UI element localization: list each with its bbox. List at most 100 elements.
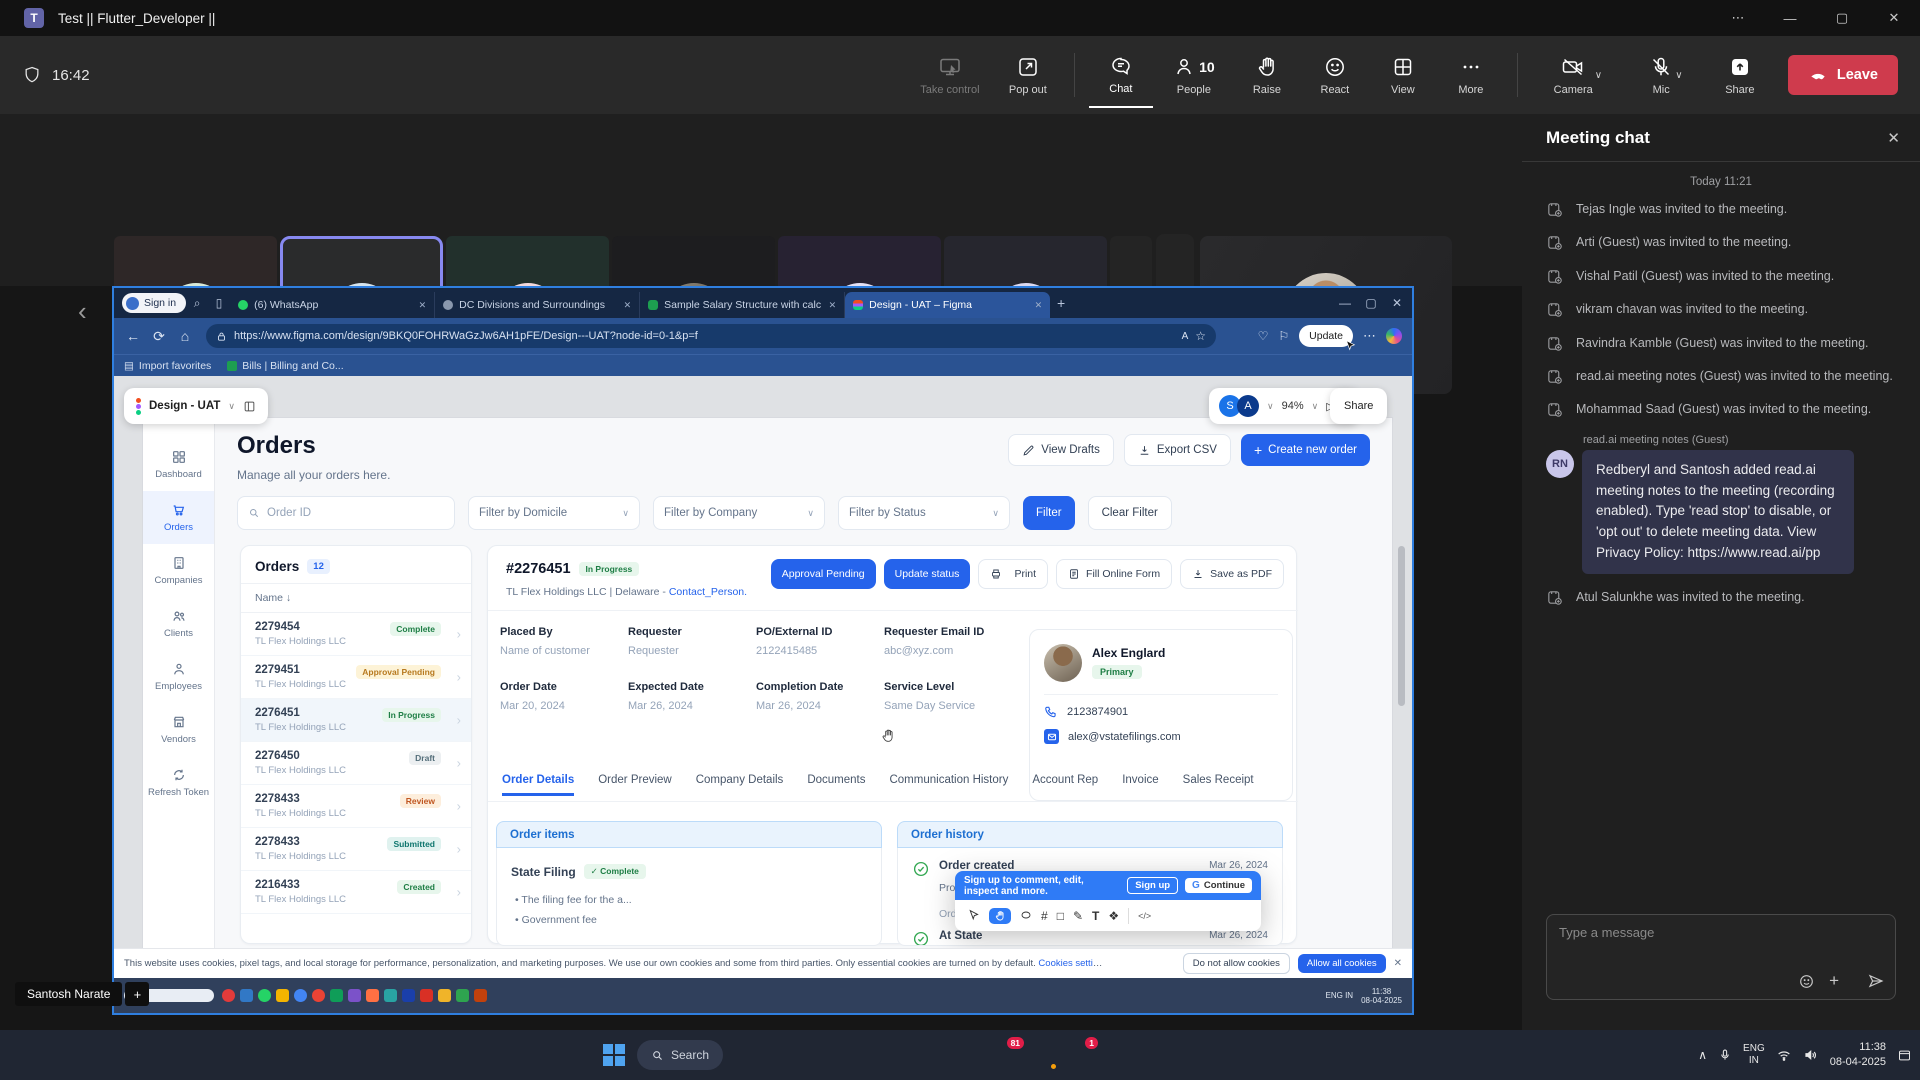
pop-out-button[interactable]: Pop out — [996, 42, 1060, 108]
chevron-down-icon[interactable]: ∨ — [1267, 401, 1274, 412]
browser-maximize-button[interactable]: ▢ — [1360, 296, 1382, 310]
shape-tool-icon[interactable]: □ — [1057, 909, 1064, 923]
react-button[interactable]: React — [1303, 42, 1367, 108]
filter-domicile-select[interactable]: Filter by Domicile∨ — [468, 496, 640, 530]
filter-button[interactable]: Filter — [1023, 496, 1075, 530]
detail-tab[interactable]: Company Details — [696, 774, 784, 796]
update-button[interactable]: Update — [1299, 325, 1353, 347]
detail-tab[interactable]: Invoice — [1122, 774, 1158, 796]
save-as-pdf-button[interactable]: Save as PDF — [1180, 559, 1284, 589]
tray-language[interactable]: ENGIN — [1743, 1043, 1765, 1068]
browser-close-button[interactable]: ✕ — [1386, 296, 1408, 310]
view-drafts-button[interactable]: View Drafts — [1008, 434, 1114, 466]
taskbar-app-icon[interactable] — [843, 1041, 871, 1069]
window-close-button[interactable]: ✕ — [1868, 0, 1920, 36]
sidebar-item-clients[interactable]: Clients — [143, 597, 214, 650]
tiles-scroll-left-chevron[interactable]: ‹ — [78, 296, 87, 327]
sidebar-item-refresh-token[interactable]: Refresh Token — [143, 756, 214, 809]
print-button[interactable]: Print — [978, 559, 1048, 589]
figma-share-button[interactable]: Share — [1330, 388, 1387, 424]
back-icon[interactable]: ← — [120, 328, 146, 344]
order-row[interactable]: 2276450 TL Flex Holdings LLC Draft › — [241, 742, 471, 785]
order-row[interactable]: 2279451 TL Flex Holdings LLC Approval Pe… — [241, 656, 471, 699]
approval-pending-button[interactable]: Approval Pending — [771, 559, 876, 589]
contact-phone-row[interactable]: 2123874901 — [1030, 695, 1292, 719]
mic-options-chevron[interactable]: ∨ — [1675, 70, 1682, 81]
order-row[interactable]: 2279454 TL Flex Holdings LLC Complete › — [241, 613, 471, 656]
import-favorites-button[interactable]: ▤Import favorites — [124, 360, 211, 372]
taskbar-app-icon[interactable] — [917, 1041, 945, 1069]
sign-up-button[interactable]: Sign up — [1127, 877, 1178, 894]
chat-close-icon[interactable]: ✕ — [1887, 129, 1900, 147]
browser-tab-whatsapp[interactable]: (6) WhatsApp✕ — [230, 292, 435, 318]
taskbar-app-icon[interactable] — [954, 1041, 982, 1069]
favorite-bills-link[interactable]: Bills | Billing and Co... — [227, 360, 343, 372]
browser-minimize-button[interactable]: — — [1334, 296, 1356, 310]
sidebar-item-vendors[interactable]: Vendors — [143, 703, 214, 756]
pen-tool-icon[interactable]: ✎ — [1073, 909, 1083, 923]
order-row[interactable]: 2278433 TL Flex Holdings LLC Review › — [241, 785, 471, 828]
tray-expand-chevron[interactable]: ∧ — [1698, 1048, 1707, 1062]
people-button[interactable]: 10 People — [1157, 42, 1231, 108]
start-button[interactable] — [600, 1041, 628, 1069]
window-more-button[interactable]: ⋯ — [1712, 0, 1764, 36]
cookies-settings-link[interactable]: Cookies settings — [1038, 958, 1104, 969]
sidebar-item-orders[interactable]: Orders — [143, 491, 214, 544]
taskbar-app-icon[interactable]: 81 — [991, 1041, 1019, 1069]
tab-close-icon[interactable]: ✕ — [419, 300, 427, 311]
figma-doc-pill[interactable]: Design - UAT ∨ — [124, 388, 268, 424]
detail-tab[interactable]: Sales Receipt — [1183, 774, 1254, 796]
browser-profile-button[interactable]: Sign in — [122, 293, 186, 313]
taskbar-app-icon[interactable]: 1 — [1065, 1041, 1093, 1069]
volume-icon[interactable] — [1803, 1047, 1819, 1063]
text-tool-icon[interactable]: T — [1092, 909, 1099, 923]
deny-cookies-button[interactable]: Do not allow cookies — [1183, 953, 1290, 974]
more-button[interactable]: More — [1439, 42, 1503, 108]
allow-cookies-button[interactable]: Allow all cookies — [1298, 954, 1386, 973]
create-new-order-button[interactable]: +Create new order — [1241, 434, 1370, 466]
order-row[interactable]: 2278433 TL Flex Holdings LLC Submitted › — [241, 828, 471, 871]
browser-menu-icon[interactable]: ⋯ — [1363, 328, 1376, 344]
chevron-down-icon[interactable]: ∨ — [228, 401, 235, 412]
browser-scrollbar[interactable] — [1398, 546, 1405, 706]
vertical-tabs-icon[interactable]: ▯ — [208, 296, 230, 310]
tab-close-icon[interactable]: ✕ — [829, 300, 837, 311]
order-row[interactable]: 2216433 TL Flex Holdings LLC Created › — [241, 871, 471, 914]
order-row[interactable]: 2276451 TL Flex Holdings LLC In Progress… — [241, 699, 471, 742]
copilot-icon[interactable] — [1386, 328, 1402, 344]
new-tab-button[interactable]: + — [1050, 295, 1072, 311]
detail-tab[interactable]: Order Preview — [598, 774, 672, 796]
raise-hand-button[interactable]: Raise — [1235, 42, 1299, 108]
leave-button[interactable]: Leave — [1788, 55, 1898, 95]
chat-message-input[interactable]: Type a message + — [1546, 914, 1896, 1000]
dev-mode-icon[interactable]: </> — [1138, 911, 1151, 921]
detail-tab[interactable]: Account Rep — [1032, 774, 1098, 796]
home-icon[interactable]: ⌂ — [172, 328, 198, 344]
taskbar-search[interactable]: Search — [637, 1040, 723, 1070]
tray-clock[interactable]: 11:3808-04-2025 — [1830, 1040, 1886, 1071]
favorite-star-icon[interactable]: ☆ — [1195, 329, 1206, 343]
detail-tab[interactable]: Communication History — [889, 774, 1008, 796]
filter-company-select[interactable]: Filter by Company∨ — [653, 496, 825, 530]
tray-mic-icon[interactable] — [1718, 1048, 1732, 1062]
taskbar-app-icon[interactable] — [1028, 1041, 1056, 1069]
camera-button[interactable]: Camera ∨ — [1532, 42, 1624, 108]
order-id-search-input[interactable]: Order ID — [237, 496, 455, 530]
emoji-icon[interactable] — [1798, 973, 1815, 990]
contact-person-link[interactable]: Contact_Person. — [669, 586, 747, 598]
sidebar-item-companies[interactable]: Companies — [143, 544, 214, 597]
presenter-pin-button[interactable]: + — [125, 982, 149, 1006]
frame-tool-icon[interactable]: # — [1041, 909, 1048, 923]
zoom-level[interactable]: 94% — [1282, 400, 1304, 412]
sidebar-item-dashboard[interactable]: Dashboard — [143, 438, 214, 491]
move-tool-icon[interactable] — [967, 909, 980, 922]
continue-with-google-button[interactable]: GContinue — [1185, 878, 1252, 893]
send-icon[interactable] — [1867, 972, 1885, 990]
camera-options-chevron[interactable]: ∨ — [1595, 70, 1602, 81]
contact-email-row[interactable]: alex@vstatefilings.com — [1030, 719, 1292, 744]
taskbar-app-icon[interactable] — [806, 1041, 834, 1069]
url-field[interactable]: https://www.figma.com/design/9BKQ0FOHRWa… — [206, 324, 1216, 348]
read-aloud-icon[interactable]: A — [1182, 331, 1189, 342]
tab-search-icon[interactable]: ⌕ — [186, 296, 208, 311]
taskbar-app-icon[interactable] — [769, 1041, 797, 1069]
